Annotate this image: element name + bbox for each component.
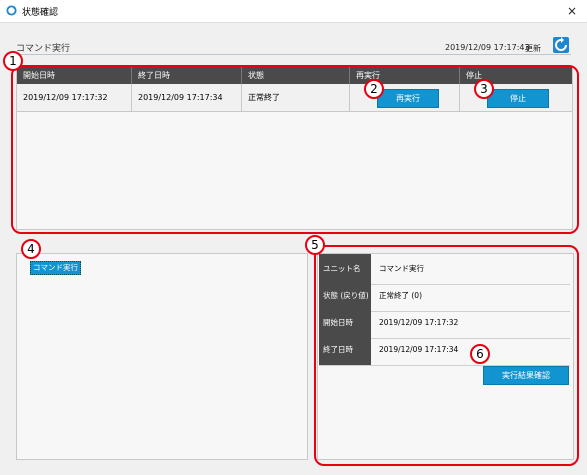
app-icon — [6, 5, 17, 16]
callout-badge-4: 4 — [21, 239, 41, 259]
callout-badge-2: 2 — [364, 79, 384, 99]
tree-panel — [16, 253, 308, 460]
window-title: 状態確認 — [22, 8, 59, 18]
last-updated-timestamp: 2019/12/09 17:17:43 — [445, 43, 530, 52]
close-icon[interactable]: × — [563, 2, 581, 20]
header-divider — [16, 54, 571, 55]
callout-badge-3: 3 — [474, 79, 494, 99]
callout-badge-1: 1 — [3, 51, 23, 71]
title-bar — [0, 0, 587, 23]
tree-item-command[interactable]: コマンド実行 — [30, 261, 81, 275]
refresh-label: 更新 — [525, 44, 541, 53]
page-title: コマンド実行 — [16, 44, 71, 54]
callout-badge-5: 5 — [305, 235, 325, 255]
refresh-icon — [555, 37, 567, 51]
callout-box-detail — [314, 245, 579, 466]
callout-badge-6: 6 — [470, 344, 490, 364]
refresh-button[interactable] — [553, 37, 569, 53]
